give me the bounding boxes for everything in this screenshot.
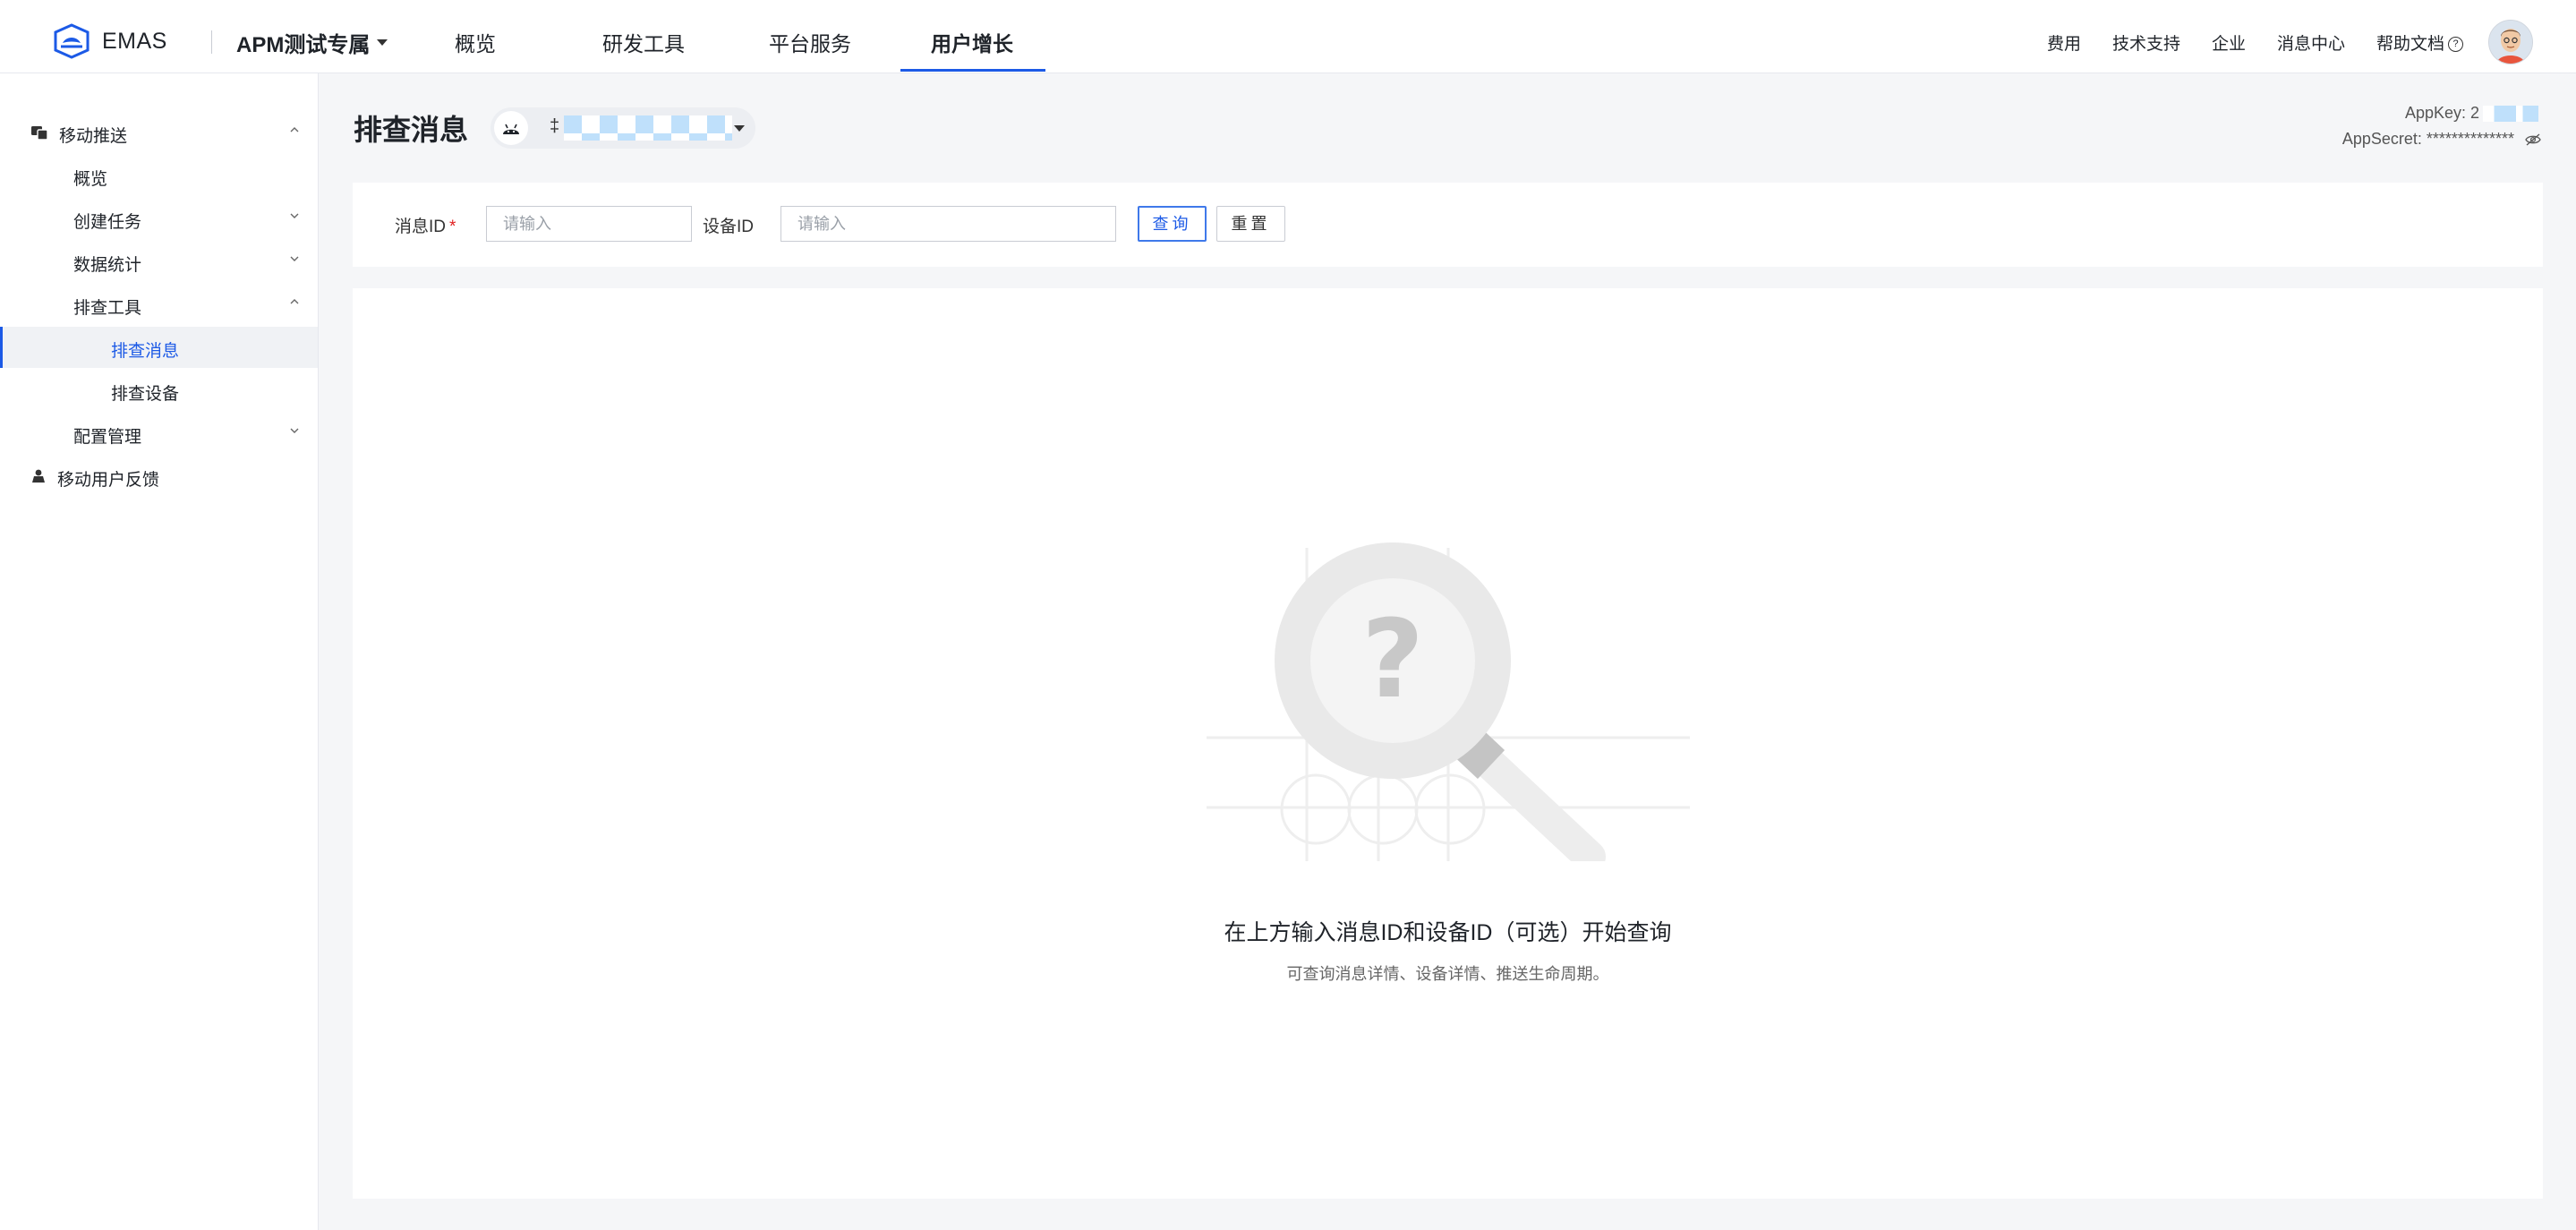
link-billing[interactable]: 费用 [2047,30,2081,55]
svg-text:?: ? [1361,598,1424,722]
sidebar-item-mobile-feedback[interactable]: 移动用户反馈 [0,456,318,497]
project-name: APM测试专属 [236,33,371,57]
sidebar-item-label: 配置管理 [73,428,142,447]
sidebar-item-config-management[interactable]: 配置管理 [0,413,318,454]
brand-name: EMAS [102,29,167,54]
brand-divider [211,30,212,54]
user-avatar[interactable] [2488,20,2533,64]
sidebar-item-label: 数据统计 [73,256,142,275]
nav-platform-services[interactable]: 平台服务 [769,27,851,57]
nav-user-growth[interactable]: 用户增长 [931,27,1013,57]
redacted-appkey [2483,106,2538,123]
message-id-label-text: 消息ID [395,218,447,236]
project-selector[interactable]: APM测试专属 [236,27,388,58]
appkey-display: AppKey: 2 [2405,104,2538,123]
sidebar-item-troubleshoot-tools[interactable]: 排查工具 [0,284,318,325]
chevron-down-icon [290,428,299,433]
sidebar-item-label: 排查设备 [111,385,180,404]
user-avatar-icon [2489,21,2532,64]
chevron-up-icon [290,299,299,304]
link-message-center[interactable]: 消息中心 [2277,30,2345,55]
feedback-icon [32,469,45,483]
question-circle-icon: ? [2448,37,2464,53]
chevron-down-icon [290,213,299,218]
appkey-label: AppKey: 2 [2404,104,2479,122]
message-id-input[interactable] [486,206,692,242]
appsecret-display: AppSecret: ************** [2342,130,2542,149]
empty-state-subtitle: 可查询消息详情、设备详情、推送生命周期。 [1286,965,1609,983]
required-mark: * [449,218,456,236]
empty-search-illustration-icon: ? [1207,542,1690,861]
top-navigation-bar: EMAS APM测试专属 概览 研发工具 平台服务 用户增长 费用 技术支持 企… [0,7,2576,73]
sidebar-item-overview[interactable]: 概览 [0,155,318,196]
link-enterprise[interactable]: 企业 [2212,30,2246,55]
sidebar-item-label: 创建任务 [73,213,142,232]
query-button[interactable]: 查询 [1138,206,1207,242]
caret-down-icon [377,39,388,46]
emas-logo-icon [54,23,90,59]
message-id-label: 消息ID * [395,213,456,237]
eye-off-icon[interactable] [2524,132,2542,147]
sidebar-item-label: 排查工具 [73,299,142,318]
sidebar-item-troubleshoot-device[interactable]: 排查设备 [0,370,318,411]
sidebar-item-label: 移动推送 [59,127,128,146]
reset-button[interactable]: 重置 [1216,206,1285,242]
sidebar-item-mobile-push[interactable]: 移动推送 [0,112,318,153]
app-selector[interactable]: ‡ [490,107,755,149]
nav-overview[interactable]: 概览 [455,27,496,57]
sidebar-item-troubleshoot-message[interactable]: 排查消息 [0,327,318,368]
result-card: ? 在上方输入消息ID和设备ID（可选）开始查询 可查询消息详情、设备详情、推送… [353,288,2543,1199]
chevron-down-icon [290,256,299,261]
app-name: ‡ [550,116,560,136]
empty-state-title: 在上方输入消息ID和设备ID（可选）开始查询 [1224,920,1672,945]
nav-dev-tools[interactable]: 研发工具 [602,27,685,57]
device-id-input[interactable] [780,206,1116,242]
sidebar: 移动推送 概览 创建任务 数据统计 排查工具 排查消息 排查设备 配置管理 移动… [0,73,319,1230]
search-form-card: 消息ID* 设备ID 查询 重置 [353,183,2543,267]
sidebar-item-create-task[interactable]: 创建任务 [0,198,318,239]
appsecret-label: AppSecret: [2341,130,2427,148]
caret-down-icon [734,125,745,132]
sidebar-item-label: 概览 [73,170,108,189]
appsecret-value: ************** [2426,130,2514,148]
redacted-app-name [564,115,732,141]
link-tech-support[interactable]: 技术支持 [2112,30,2180,55]
sidebar-item-label: 排查消息 [111,342,180,361]
sidebar-item-label: 移动用户反馈 [57,471,160,490]
help-docs-label: 帮助文档 [2376,35,2445,54]
page-title: 排查消息 [354,114,469,146]
device-id-label: 设备ID [703,218,755,236]
push-icon [31,126,48,141]
sidebar-item-data-stats[interactable]: 数据统计 [0,241,318,282]
active-nav-indicator [900,69,1045,72]
link-help-docs[interactable]: 帮助文档? [2376,30,2464,55]
android-icon [494,111,528,145]
chevron-up-icon [290,127,299,132]
